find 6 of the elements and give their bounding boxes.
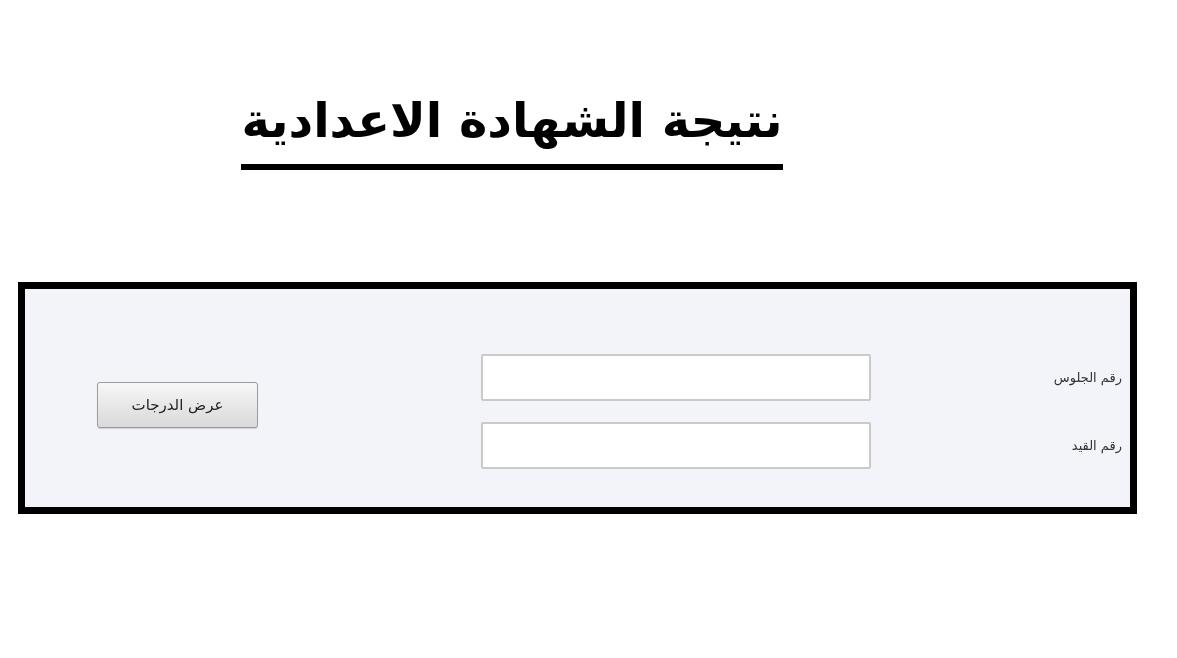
show-grades-button[interactable]: عرض الدرجات <box>97 382 258 428</box>
field-label: رقم القيد <box>1071 436 1122 456</box>
input-field[interactable] <box>481 354 871 401</box>
field-label: رقم الجلوس <box>1053 368 1122 388</box>
input-field[interactable] <box>481 422 871 469</box>
page-title: نتيجة الشهادة الاعدادية <box>241 80 783 170</box>
